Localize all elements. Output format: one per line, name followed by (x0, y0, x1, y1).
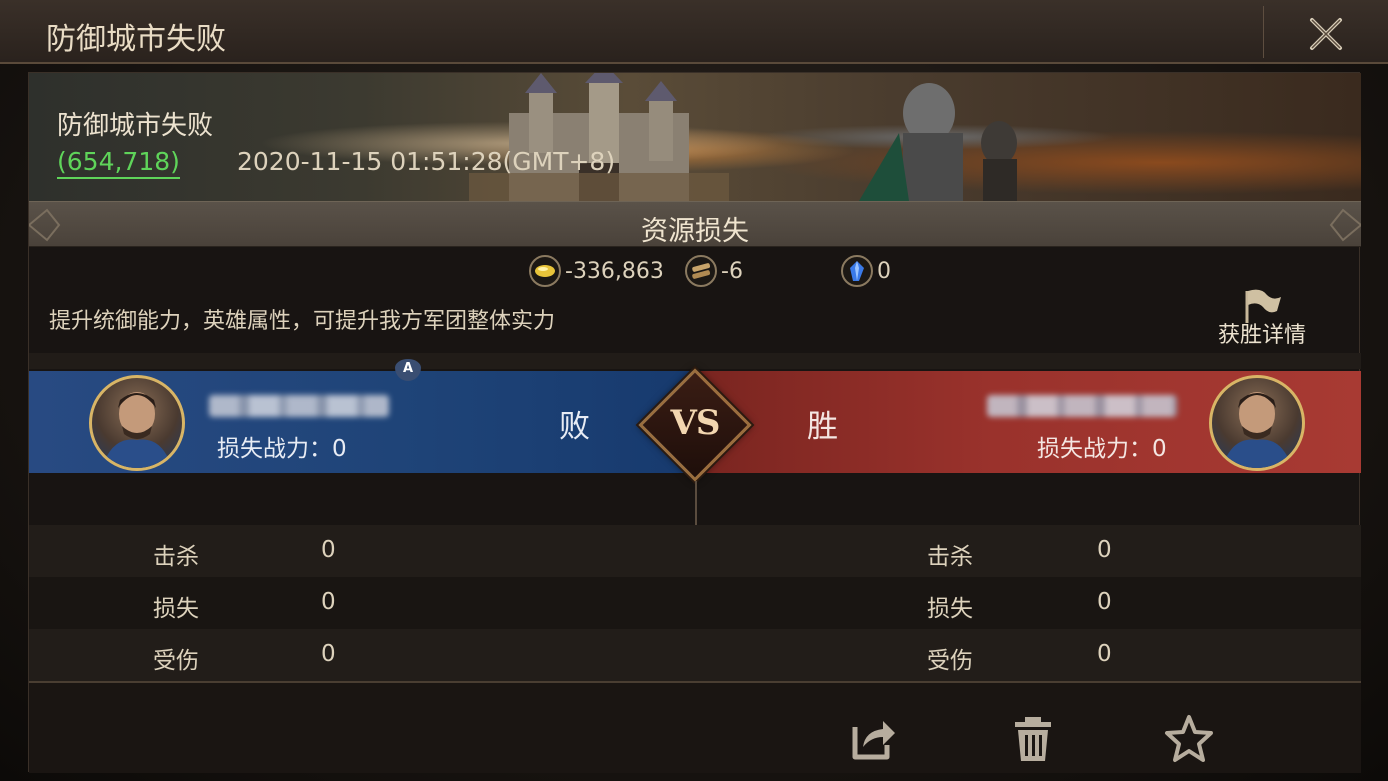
power-value-link[interactable]: (654,718) (57, 147, 180, 179)
title-divider (1263, 6, 1264, 58)
report-title: 防御城市失败 (57, 111, 214, 141)
defender-result: 败 (559, 409, 590, 445)
defender-loss-power: 损失战力：0 (217, 436, 347, 462)
report-timestamp: 2020-11-15 01:51:28(GMT+8) (237, 147, 616, 176)
right-stat-label: 受伤 (927, 648, 973, 674)
right-stat-value: 0 (1097, 589, 1112, 615)
crystal-icon (841, 255, 873, 287)
left-stat-label: 损失 (153, 596, 199, 622)
knight-illustration (859, 83, 1017, 201)
delete-button[interactable] (1007, 713, 1059, 765)
right-stat-value: 0 (1097, 537, 1112, 563)
right-stat-label: 损失 (927, 596, 973, 622)
victory-details-button[interactable]: 获胜详情 (1207, 285, 1317, 348)
defender-panel: 败 (29, 371, 695, 473)
share-button[interactable] (849, 713, 901, 765)
favorite-button[interactable] (1163, 713, 1215, 765)
resource-loss-title: 资源损失 (641, 216, 749, 247)
stat-row-losses: 损失 0 损失 0 (29, 577, 1361, 629)
left-stat-label: 击杀 (153, 544, 199, 570)
defender-name-blurred (209, 395, 389, 417)
report-panel: 防御城市失败 (654,718) 2020-11-15 01:51:28(GMT… (28, 72, 1361, 773)
window-title: 防御城市失败 (46, 22, 226, 57)
resource-wood: -6 (685, 253, 743, 289)
gold-loss-value: -336,863 (565, 258, 664, 284)
left-stat-value: 0 (321, 641, 336, 667)
left-stat-value: 0 (321, 537, 336, 563)
attacker-panel: 胜 (695, 371, 1361, 473)
ornament-right-icon (1329, 208, 1361, 242)
close-button[interactable] (1304, 12, 1348, 56)
battle-divider (29, 353, 1361, 369)
left-stat-label: 受伤 (153, 648, 199, 674)
improvement-tip: 提升统御能力，英雄属性，可提升我方军团整体实力 (49, 309, 556, 334)
resource-gold: -336,863 (529, 253, 664, 289)
victory-details-label: 获胜详情 (1217, 323, 1306, 348)
title-bar: 防御城市失败 (0, 0, 1388, 64)
footer-toolbar (29, 683, 1361, 773)
attacker-result: 胜 (807, 409, 838, 445)
wood-icon (685, 255, 717, 287)
close-icon (1310, 18, 1342, 50)
defender-avatar[interactable] (89, 375, 185, 471)
castle-illustration (469, 73, 729, 201)
star-icon (1165, 715, 1213, 762)
hero-portrait-icon (1222, 392, 1292, 468)
wood-loss-value: -6 (721, 258, 743, 284)
stat-row-kills: 击杀 0 击杀 0 (29, 525, 1361, 577)
resource-crystal: 0 (841, 253, 891, 289)
vs-emblem: VS (638, 368, 752, 482)
share-icon (852, 721, 895, 760)
attacker-avatar[interactable] (1209, 375, 1305, 471)
crystal-loss-value: 0 (877, 258, 891, 284)
trash-icon (1015, 717, 1051, 761)
attacker-loss-power: 损失战力：0 (1037, 436, 1167, 462)
attacker-name-blurred (987, 395, 1177, 417)
left-stat-value: 0 (321, 589, 336, 615)
resource-loss-header: 资源损失 (29, 201, 1361, 247)
resource-loss-row: -336,863 -6 0 (29, 253, 1361, 289)
hero-portrait-icon (102, 392, 172, 468)
gold-icon (529, 255, 561, 287)
stat-row-wounded: 受伤 0 受伤 0 (29, 629, 1361, 681)
report-banner: 防御城市失败 (654,718) 2020-11-15 01:51:28(GMT… (29, 73, 1361, 201)
right-stat-value: 0 (1097, 641, 1112, 667)
vs-label: VS (670, 403, 721, 443)
right-stat-label: 击杀 (927, 544, 973, 570)
